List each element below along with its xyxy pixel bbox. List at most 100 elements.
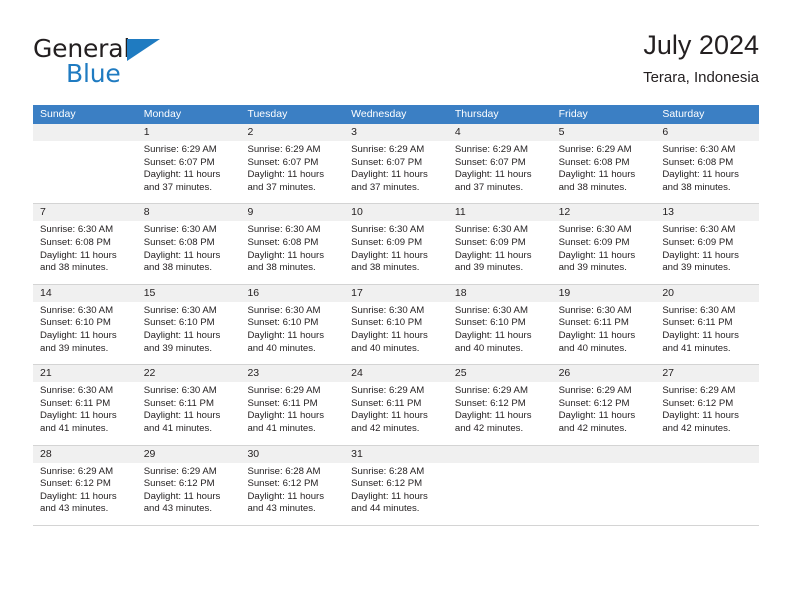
weekday-header-wednesday: Wednesday [351,108,407,120]
day-details: Sunrise: 6:30 AM Sunset: 6:11 PM Dayligh… [137,382,241,435]
day-number: 30 [240,445,345,463]
sunset-text: Sunset: 6:11 PM [143,397,214,409]
day-details: Sunrise: 6:30 AM Sunset: 6:10 PM Dayligh… [344,302,448,355]
calendar-day-cell-28[interactable]: 28 Sunrise: 6:29 AM Sunset: 6:12 PM Dayl… [33,445,137,525]
sunset-text: Sunset: 6:10 PM [143,317,215,329]
calendar-day-cell-23[interactable]: 23 Sunrise: 6:29 AM Sunset: 6:11 PM Dayl… [240,365,345,444]
day-details: Sunrise: 6:29 AM Sunset: 6:11 PM Dayligh… [240,382,344,435]
day-details: Sunrise: 6:29 AM Sunset: 6:11 PM Dayligh… [344,382,448,435]
sunset-text: Sunset: 6:08 PM [40,236,111,248]
day-number: 28 [33,445,137,463]
sunrise-text: Sunrise: 6:30 AM [454,304,528,316]
daylight-text-line2: and 40 minutes. [247,342,316,354]
day-number: 16 [240,284,345,302]
day-details: Sunrise: 6:29 AM Sunset: 6:07 PM Dayligh… [137,141,241,194]
daylight-text-line2: and 43 minutes. [40,503,109,515]
calendar-day-cell-6[interactable]: 6 Sunrise: 6:30 AM Sunset: 6:08 PM Dayli… [655,124,760,203]
calendar-day-cell-19[interactable]: 19 Sunrise: 6:30 AM Sunset: 6:11 PM Dayl… [551,284,656,364]
day-number: 27 [655,365,760,383]
daylight-text-line1: Daylight: 11 hours [143,490,221,502]
daylight-text-line1: Daylight: 11 hours [454,329,532,341]
sunrise-text: Sunrise: 6:30 AM [40,385,114,397]
sunrise-text: Sunrise: 6:30 AM [351,224,425,236]
day-details: Sunrise: 6:29 AM Sunset: 6:12 PM Dayligh… [552,382,656,435]
calendar-day-cell-17[interactable]: 17 Sunrise: 6:30 AM Sunset: 6:10 PM Dayl… [344,284,448,364]
day-number: 15 [136,284,241,302]
calendar-day-cell-5[interactable]: 5 Sunrise: 6:29 AM Sunset: 6:08 PM Dayli… [551,124,656,203]
calendar-day-cell-13[interactable]: 13 Sunrise: 6:30 AM Sunset: 6:09 PM Dayl… [655,204,760,283]
sunrise-text: Sunrise: 6:29 AM [143,144,217,155]
sunrise-text: Sunrise: 6:29 AM [351,385,425,397]
calendar-day-cell-31[interactable]: 31 Sunrise: 6:28 AM Sunset: 6:12 PM Dayl… [344,445,448,525]
sunset-text: Sunset: 6:09 PM [558,236,630,248]
daylight-text-line1: Daylight: 11 hours [143,169,221,181]
day-number [655,445,760,463]
calendar-day-cell-15[interactable]: 15 Sunrise: 6:30 AM Sunset: 6:10 PM Dayl… [136,284,241,364]
calendar-day-cell-4[interactable]: 4 Sunrise: 6:29 AM Sunset: 6:07 PM Dayli… [447,124,552,203]
calendar-day-cell-11[interactable]: 11 Sunrise: 6:30 AM Sunset: 6:09 PM Dayl… [447,204,552,283]
logo-text-blue: Blue [66,59,121,88]
day-number: 20 [655,284,760,302]
location-subtitle: Terara, Indonesia [643,69,759,86]
daylight-text-line2: and 39 minutes. [143,342,212,354]
calendar-day-cell-10[interactable]: 10 Sunrise: 6:30 AM Sunset: 6:09 PM Dayl… [344,204,448,283]
day-details: Sunrise: 6:29 AM Sunset: 6:08 PM Dayligh… [552,141,656,194]
sunrise-text: Sunrise: 6:30 AM [143,385,217,397]
calendar-day-cell-24[interactable]: 24 Sunrise: 6:29 AM Sunset: 6:11 PM Dayl… [344,365,448,444]
weekday-header-saturday: Saturday [662,108,705,120]
daylight-text-line2: and 39 minutes. [662,262,731,274]
daylight-text-line1: Daylight: 11 hours [247,329,325,341]
calendar-day-cell-3[interactable]: 3 Sunrise: 6:29 AM Sunset: 6:07 PM Dayli… [344,124,448,203]
day-number: 29 [136,445,241,463]
calendar-day-cell-29[interactable]: 29 Sunrise: 6:29 AM Sunset: 6:12 PM Dayl… [136,445,241,525]
general-blue-logo[interactable]: General Blue [33,36,233,92]
daylight-text-line1: Daylight: 11 hours [247,169,325,181]
calendar-day-cell-18[interactable]: 18 Sunrise: 6:30 AM Sunset: 6:10 PM Dayl… [447,284,552,364]
daylight-text-line2: and 42 minutes. [351,422,420,434]
calendar-week-row: 14 Sunrise: 6:30 AM Sunset: 6:10 PM Dayl… [33,284,760,366]
day-number: 13 [655,204,760,222]
sunset-text: Sunset: 6:11 PM [351,397,422,409]
sunset-text: Sunset: 6:10 PM [247,317,319,329]
sunset-text: Sunset: 6:07 PM [143,156,215,168]
day-number: 31 [344,445,448,463]
daylight-text-line1: Daylight: 11 hours [143,249,221,261]
sunset-text: Sunset: 6:08 PM [143,236,215,248]
weekday-header-monday: Monday [143,108,182,120]
calendar-day-cell-20[interactable]: 20 Sunrise: 6:30 AM Sunset: 6:11 PM Dayl… [655,284,760,364]
sunset-text: Sunset: 6:12 PM [662,397,734,409]
daylight-text-line1: Daylight: 11 hours [351,169,428,181]
calendar-day-cell-30[interactable]: 30 Sunrise: 6:28 AM Sunset: 6:12 PM Dayl… [240,445,345,525]
day-number: 24 [344,365,448,383]
daylight-text-line1: Daylight: 11 hours [662,249,739,261]
calendar-day-cell-8[interactable]: 8 Sunrise: 6:30 AM Sunset: 6:08 PM Dayli… [136,204,241,283]
sunrise-text: Sunrise: 6:29 AM [351,144,425,155]
title-block: July 2024 Terara, Indonesia [643,28,759,89]
calendar-day-cell-2[interactable]: 2 Sunrise: 6:29 AM Sunset: 6:07 PM Dayli… [240,124,345,203]
day-details: Sunrise: 6:30 AM Sunset: 6:10 PM Dayligh… [448,302,552,355]
daylight-text-line1: Daylight: 11 hours [247,410,325,422]
daylight-text-line2: and 38 minutes. [351,262,420,274]
sunrise-text: Sunrise: 6:30 AM [143,304,217,316]
daylight-text-line1: Daylight: 11 hours [247,249,325,261]
calendar-day-cell-22[interactable]: 22 Sunrise: 6:30 AM Sunset: 6:11 PM Dayl… [136,365,241,444]
sunset-text: Sunset: 6:11 PM [662,317,733,329]
calendar-day-cell-27[interactable]: 27 Sunrise: 6:29 AM Sunset: 6:12 PM Dayl… [655,365,760,444]
sunrise-text: Sunrise: 6:30 AM [454,224,528,236]
sunset-text: Sunset: 6:12 PM [143,478,215,490]
calendar-day-cell-1[interactable]: 1 Sunrise: 6:29 AM Sunset: 6:07 PM Dayli… [136,124,241,203]
day-details: Sunrise: 6:28 AM Sunset: 6:12 PM Dayligh… [240,463,344,516]
calendar-day-cell-16[interactable]: 16 Sunrise: 6:30 AM Sunset: 6:10 PM Dayl… [240,284,345,364]
calendar-week-row: 7 Sunrise: 6:30 AM Sunset: 6:08 PM Dayli… [33,204,760,285]
calendar-day-cell-9[interactable]: 9 Sunrise: 6:30 AM Sunset: 6:08 PM Dayli… [240,204,345,283]
day-details: Sunrise: 6:30 AM Sunset: 6:08 PM Dayligh… [137,221,241,274]
calendar-weeks: 1 Sunrise: 6:29 AM Sunset: 6:07 PM Dayli… [33,124,760,526]
weekday-header-thursday: Thursday [454,108,499,120]
calendar-day-cell-21[interactable]: 21 Sunrise: 6:30 AM Sunset: 6:11 PM Dayl… [33,365,137,444]
calendar-day-cell-7[interactable]: 7 Sunrise: 6:30 AM Sunset: 6:08 PM Dayli… [33,204,137,283]
calendar-day-cell-12[interactable]: 12 Sunrise: 6:30 AM Sunset: 6:09 PM Dayl… [551,204,656,283]
calendar-day-cell-25[interactable]: 25 Sunrise: 6:29 AM Sunset: 6:12 PM Dayl… [447,365,552,444]
calendar-day-cell-26[interactable]: 26 Sunrise: 6:29 AM Sunset: 6:12 PM Dayl… [551,365,656,444]
calendar-day-cell-14[interactable]: 14 Sunrise: 6:30 AM Sunset: 6:10 PM Dayl… [33,284,137,364]
sunrise-text: Sunrise: 6:29 AM [558,385,632,397]
